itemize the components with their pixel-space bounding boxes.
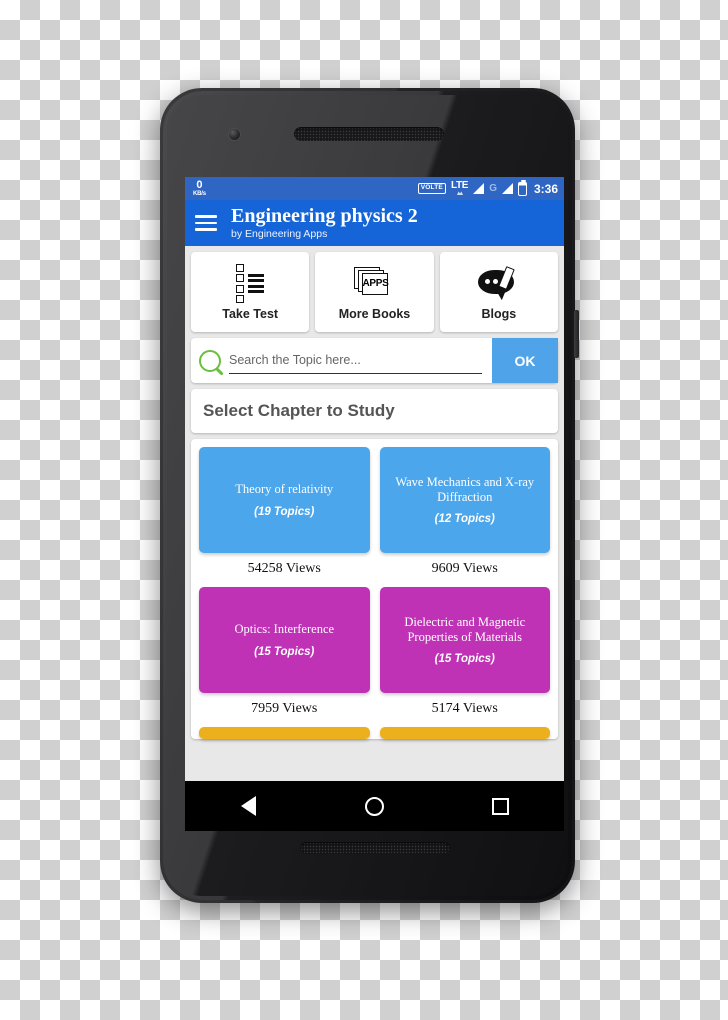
select-chapter-header: Select Chapter to Study bbox=[191, 389, 558, 433]
checklist-line-4 bbox=[248, 290, 265, 294]
chapter-cell: Dielectric and Magnetic Properties of Ma… bbox=[379, 587, 550, 727]
search-input[interactable] bbox=[229, 347, 482, 374]
nav-back-button[interactable] bbox=[220, 781, 276, 831]
chapter-view-count: 54258 Views bbox=[247, 561, 321, 576]
checklist-line-3 bbox=[248, 284, 265, 288]
network-speed-unit: KB/s bbox=[193, 191, 206, 197]
take-test-button[interactable]: Take Test bbox=[191, 252, 310, 332]
recents-square-icon bbox=[492, 797, 510, 815]
search-ok-button[interactable]: OK bbox=[492, 338, 558, 383]
home-circle-icon bbox=[364, 796, 384, 816]
network-speed-value: 0 bbox=[196, 179, 203, 191]
chapter-topic-count: (12 Topics) bbox=[434, 512, 495, 525]
apps-stack-icon: APPS bbox=[354, 264, 394, 304]
chapter-topic-count: (15 Topics) bbox=[434, 652, 495, 665]
chapter-view-count: 5174 Views bbox=[431, 701, 498, 716]
lte-indicator: LTE ▴▴ bbox=[451, 180, 469, 197]
take-test-label: Take Test bbox=[222, 306, 279, 321]
earpiece-speaker-grille bbox=[294, 127, 444, 141]
chapter-cell bbox=[379, 727, 550, 739]
hamburger-bar-2 bbox=[195, 221, 217, 225]
dot-2 bbox=[492, 278, 498, 284]
checklist-line-1 bbox=[248, 273, 265, 277]
checkbox-3 bbox=[236, 295, 245, 304]
hamburger-bar-3 bbox=[195, 228, 217, 231]
volte-badge: VOLTE bbox=[417, 183, 446, 194]
chapter-title: Theory of relativity bbox=[235, 482, 334, 497]
search-icon bbox=[199, 349, 221, 372]
smartphone-device: 0 KB/s VOLTE LTE ▴▴ G 3:36 Engineering p… bbox=[160, 88, 579, 903]
status-bar: 0 KB/s VOLTE LTE ▴▴ G 3:36 bbox=[185, 177, 564, 200]
chapter-title: Dielectric and Magnetic Properties of Ma… bbox=[404, 615, 526, 644]
app-bar-titles: Engineering physics 2 by Engineering App… bbox=[231, 205, 418, 241]
chapter-view-count: 7959 Views bbox=[251, 701, 318, 716]
chapter-cell bbox=[199, 727, 370, 739]
chapter-cell: Theory of relativity (19 Topics) 54258 Vie… bbox=[199, 447, 370, 587]
quick-actions-row: Take Test APPS More Books Blogs bbox=[191, 252, 558, 332]
apps-sheet-front: APPS bbox=[362, 272, 389, 295]
phone-screen: 0 KB/s VOLTE LTE ▴▴ G 3:36 Engineering p… bbox=[185, 177, 564, 831]
chapter-row: Theory of relativity (19 Topics) 54258 Vie… bbox=[199, 447, 550, 587]
checklist-icon bbox=[236, 263, 265, 304]
checkbox-checked bbox=[236, 263, 245, 272]
chapter-view-count: 9609 Views bbox=[431, 561, 498, 576]
app-bar: Engineering physics 2 by Engineering App… bbox=[185, 200, 564, 246]
chapter-tile[interactable]: Dielectric and Magnetic Properties of Ma… bbox=[379, 587, 550, 693]
chapter-tile[interactable] bbox=[379, 727, 550, 739]
checklist-line-2 bbox=[248, 279, 265, 283]
status-bar-right-group: VOLTE LTE ▴▴ G 3:36 bbox=[417, 179, 558, 197]
front-camera-icon bbox=[229, 129, 240, 140]
signal-bars-icon-1 bbox=[473, 183, 485, 194]
search-bar: OK bbox=[191, 338, 558, 383]
back-triangle-icon bbox=[240, 796, 256, 816]
chapter-topic-count: (15 Topics) bbox=[254, 645, 315, 658]
hamburger-bar-1 bbox=[195, 215, 217, 218]
signal-bars-icon-2 bbox=[501, 183, 513, 194]
power-button[interactable] bbox=[574, 310, 579, 358]
chapter-cell: Wave Mechanics and X-ray Diffraction (12 … bbox=[379, 447, 550, 587]
blogs-button[interactable]: Blogs bbox=[439, 252, 558, 332]
main-content-scroll[interactable]: Take Test APPS More Books Blogs Search t… bbox=[185, 246, 564, 781]
network-speed-indicator: 0 KB/s bbox=[193, 179, 206, 198]
dot-1 bbox=[484, 278, 490, 284]
blog-pencil-icon bbox=[477, 264, 520, 304]
chapter-title: Wave Mechanics and X-ray Diffraction bbox=[395, 475, 535, 504]
page-title: Engineering physics 2 bbox=[231, 205, 418, 227]
lte-data-arrows-icon: ▴▴ bbox=[457, 189, 463, 197]
nav-home-button[interactable] bbox=[346, 781, 402, 831]
hamburger-menu-icon[interactable] bbox=[195, 211, 217, 234]
checkbox-1 bbox=[236, 274, 245, 283]
chapter-row: Optics: Interference (15 Topics) 7959 View… bbox=[199, 587, 550, 727]
status-bar-clock: 3:36 bbox=[533, 181, 558, 196]
more-books-label: More Books bbox=[338, 306, 411, 321]
chapter-title: Optics: Interference bbox=[234, 622, 335, 637]
chapter-tile[interactable]: Wave Mechanics and X-ray Diffraction (12 … bbox=[379, 447, 550, 553]
device-bezel: 0 KB/s VOLTE LTE ▴▴ G 3:36 Engineering p… bbox=[167, 95, 568, 896]
battery-icon bbox=[517, 179, 527, 196]
gprs-label: G bbox=[489, 183, 497, 194]
chapter-list: Theory of relativity (19 Topics) 54258 Vie… bbox=[191, 439, 558, 739]
chapter-tile[interactable]: Theory of relativity (19 Topics) bbox=[199, 447, 370, 553]
chapter-tile[interactable] bbox=[199, 727, 370, 739]
chapter-tile[interactable]: Optics: Interference (15 Topics) bbox=[199, 587, 370, 693]
more-books-button[interactable]: APPS More Books bbox=[315, 252, 434, 332]
blogs-label: Blogs bbox=[481, 306, 517, 321]
chapter-topic-count: (19 Topics) bbox=[254, 505, 315, 518]
android-navigation-bar bbox=[185, 781, 564, 831]
nav-recents-button[interactable] bbox=[473, 781, 529, 831]
chapter-row bbox=[199, 727, 550, 739]
bottom-speaker-grille bbox=[300, 842, 450, 854]
page-subtitle: by Engineering Apps bbox=[231, 228, 328, 240]
checkbox-2 bbox=[236, 284, 245, 293]
chapter-cell: Optics: Interference (15 Topics) 7959 View… bbox=[199, 587, 370, 727]
